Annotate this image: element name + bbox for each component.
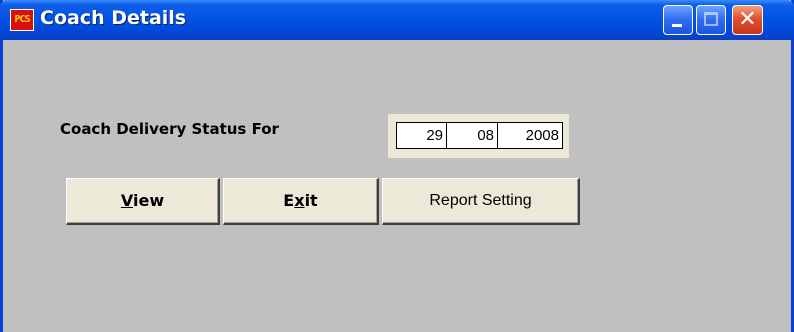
- exit-button[interactable]: Exit: [223, 178, 379, 225]
- maximize-icon: [704, 12, 718, 26]
- report-setting-button[interactable]: Report Setting: [382, 178, 580, 225]
- date-year-field[interactable]: 2008: [498, 123, 562, 148]
- view-button-mnemonic: V: [120, 191, 133, 210]
- exit-button-mnemonic: x: [294, 191, 305, 210]
- view-button[interactable]: View: [66, 178, 220, 225]
- date-month-field[interactable]: 08: [447, 123, 498, 148]
- coach-details-window: PCS Coach Details ✕ Coach Delivery Statu…: [0, 0, 794, 332]
- view-button-label-rest: iew: [132, 191, 165, 210]
- exit-button-label-rest: it: [304, 191, 318, 210]
- date-picker-frame: 29 08 2008: [388, 114, 569, 158]
- close-icon: ✕: [738, 7, 757, 32]
- window-title: Coach Details: [40, 7, 187, 29]
- date-day-field[interactable]: 29: [397, 123, 447, 148]
- date-picker[interactable]: 29 08 2008: [396, 122, 563, 149]
- coach-delivery-status-label: Coach Delivery Status For: [60, 120, 279, 138]
- minimize-icon: [672, 24, 682, 27]
- maximize-button: [696, 5, 726, 35]
- close-button[interactable]: ✕: [732, 5, 763, 35]
- app-icon[interactable]: PCS: [10, 9, 34, 31]
- exit-button-label-lead: E: [283, 191, 295, 210]
- title-bar[interactable]: PCS Coach Details ✕: [0, 0, 794, 40]
- minimize-button[interactable]: [663, 5, 693, 35]
